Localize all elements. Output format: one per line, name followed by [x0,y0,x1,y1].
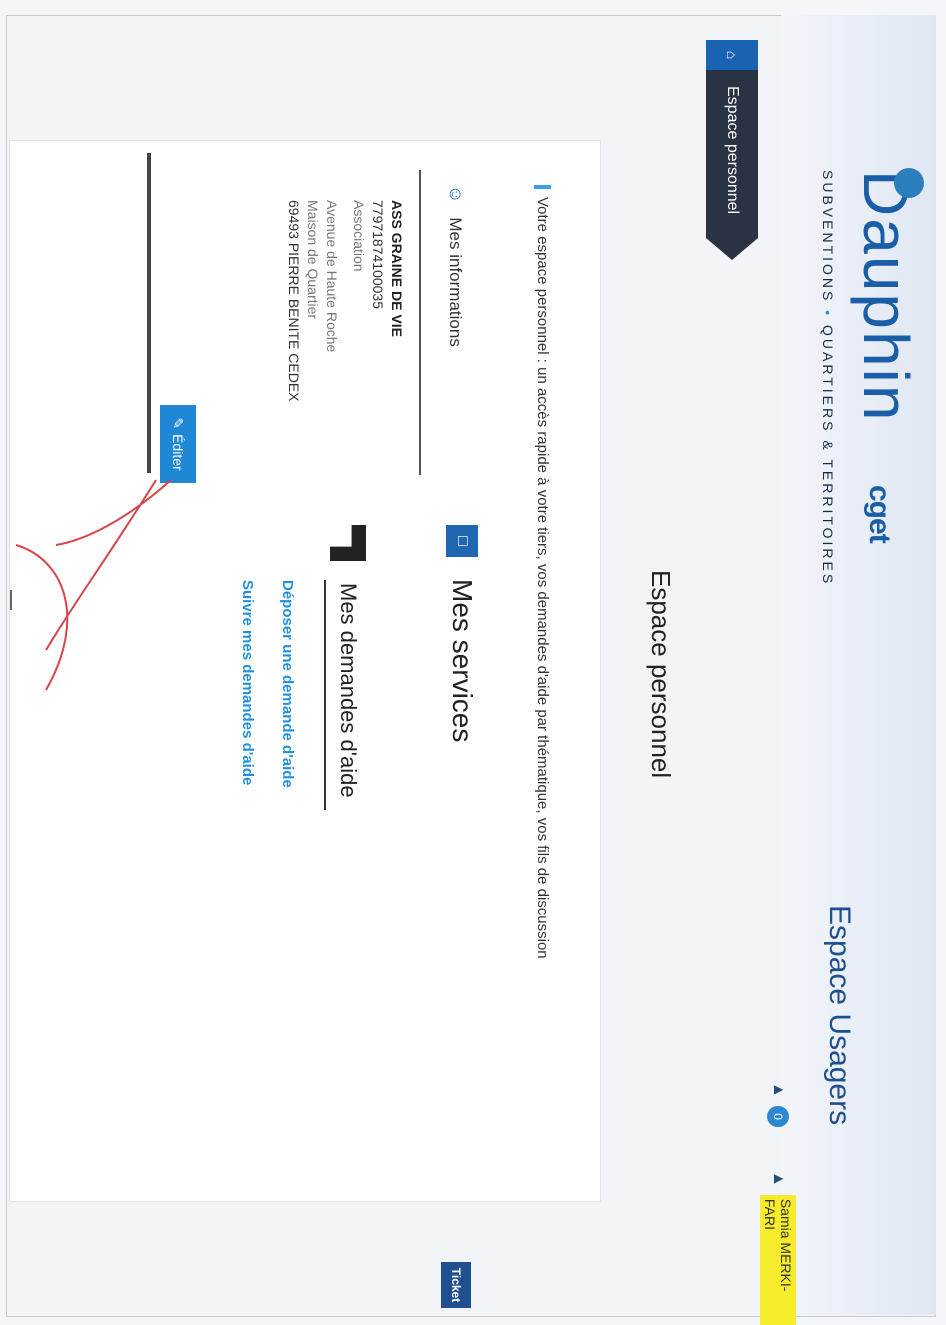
page: Dauphin SUBVENTIONS • QUARTIERS & TERRIT… [0,0,946,1325]
handwritten-annotation [10,479,172,691]
